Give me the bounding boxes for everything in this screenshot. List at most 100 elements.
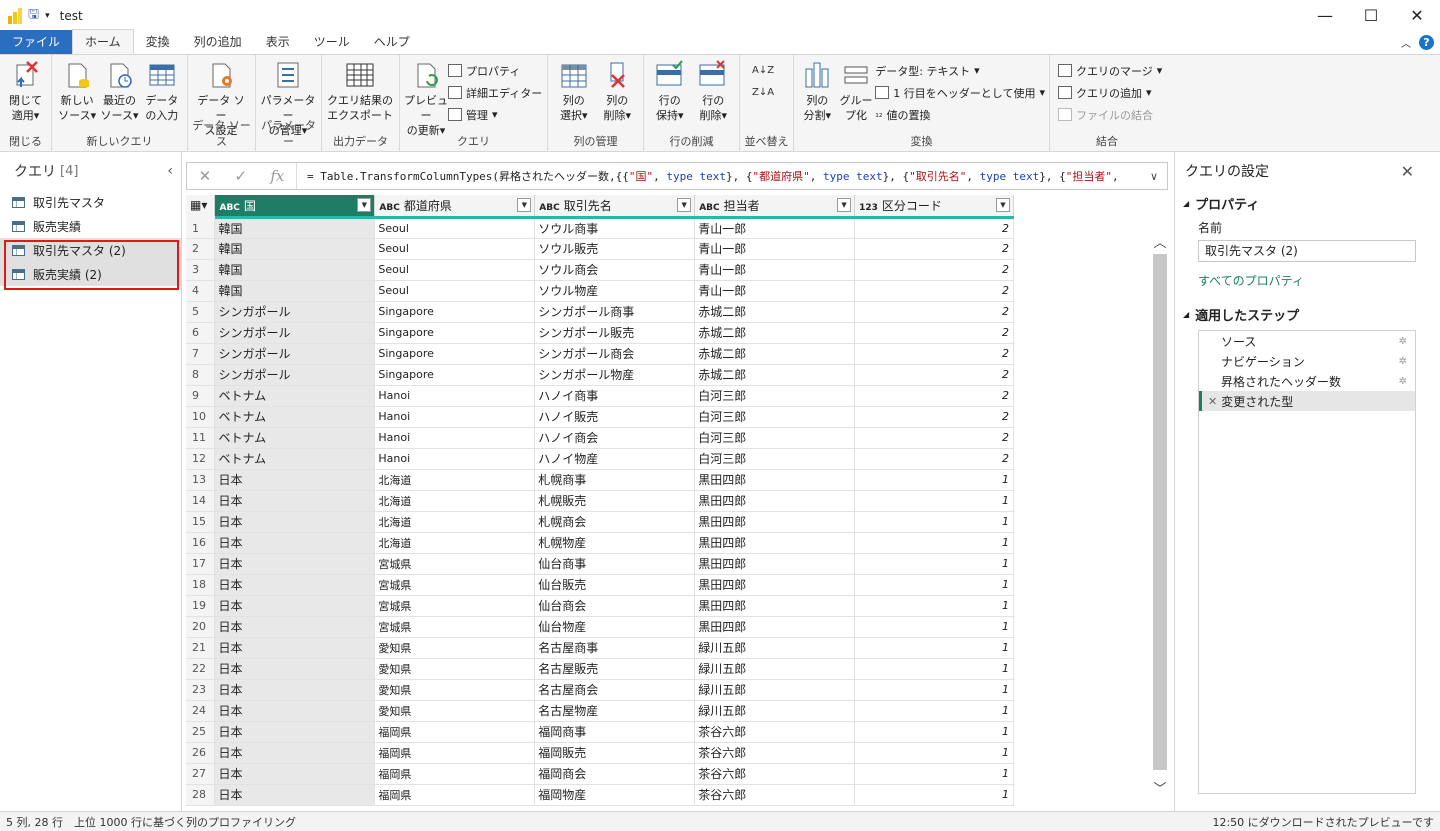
column-header[interactable]: ABC 担当者 ▼ [694, 195, 856, 219]
filter-dropdown-icon[interactable]: ▼ [517, 198, 532, 212]
close-settings-icon[interactable]: ✕ [1401, 162, 1414, 181]
table-cell[interactable]: 名古屋商事 [534, 637, 696, 659]
table-cell[interactable]: Seoul [374, 217, 536, 239]
collapse-ribbon-icon[interactable]: ︿ [1401, 35, 1411, 50]
column-header[interactable]: ABC 都道府県 ▼ [374, 195, 536, 219]
table-cell[interactable]: シンガポール [214, 343, 376, 365]
all-properties-link[interactable]: すべてのプロパティ [1175, 272, 1440, 289]
table-cell[interactable]: 日本 [214, 469, 376, 491]
table-cell[interactable]: ソウル物産 [534, 280, 696, 302]
table-cell[interactable]: 青山一郎 [694, 217, 856, 239]
combine-files-button[interactable]: ファイルの結合 [1058, 105, 1162, 124]
replace-values-button[interactable]: ₁₂ 値の置換 [875, 105, 1045, 124]
table-cell[interactable]: シンガポール商会 [534, 343, 696, 365]
table-cell[interactable]: 2 [854, 427, 1014, 449]
use-first-row-header-button[interactable]: 1 行目をヘッダーとして使用 ▾ [875, 83, 1045, 102]
table-cell[interactable]: 福岡県 [374, 721, 536, 743]
cancel-icon[interactable]: ✕ [199, 167, 212, 185]
vertical-scrollbar[interactable]: ︿ ﹀ [1153, 232, 1167, 802]
table-cell[interactable]: Hanoi [374, 406, 536, 428]
applied-steps-section[interactable]: ◢ 適用したステップ [1175, 305, 1440, 324]
properties-button[interactable]: プロパティ [448, 61, 542, 80]
table-cell[interactable]: 日本 [214, 616, 376, 638]
table-cell[interactable]: 黒田四郎 [694, 595, 856, 617]
query-item[interactable]: 販売実績 [0, 214, 181, 238]
table-cell[interactable]: 1 [854, 469, 1014, 491]
table-cell[interactable]: 2 [854, 343, 1014, 365]
table-cell[interactable]: 白河三郎 [694, 385, 856, 407]
help-icon[interactable]: ? [1419, 34, 1434, 50]
step-item[interactable]: ソース ✲ [1199, 331, 1415, 351]
table-cell[interactable]: 2 [854, 217, 1014, 239]
column-header[interactable]: 123 区分コード ▼ [854, 195, 1014, 219]
table-cell[interactable]: 宮城県 [374, 616, 536, 638]
table-cell[interactable]: ソウル商会 [534, 259, 696, 281]
tab-file[interactable]: ファイル [0, 30, 73, 54]
table-cell[interactable]: 福岡県 [374, 763, 536, 785]
table-cell[interactable]: 2 [854, 238, 1014, 260]
table-cell[interactable]: シンガポール [214, 301, 376, 323]
data-type-dropdown[interactable]: データ型: テキスト ▾ [875, 61, 1045, 80]
table-cell[interactable]: ハノイ販売 [534, 406, 696, 428]
table-cell[interactable]: 2 [854, 301, 1014, 323]
table-cell[interactable]: 白河三郎 [694, 427, 856, 449]
table-cell[interactable]: 白河三郎 [694, 448, 856, 470]
table-cell[interactable]: 名古屋販売 [534, 658, 696, 680]
table-cell[interactable]: 札幌商事 [534, 469, 696, 491]
table-cell[interactable]: 黒田四郎 [694, 574, 856, 596]
table-cell[interactable]: ソウル販売 [534, 238, 696, 260]
table-cell[interactable]: 福岡商事 [534, 721, 696, 743]
table-cell[interactable]: 仙台販売 [534, 574, 696, 596]
expand-formula-icon[interactable]: ∨ [1141, 170, 1167, 183]
tab-view[interactable]: 表示 [254, 30, 302, 54]
table-cell[interactable]: 1 [854, 679, 1014, 701]
table-cell[interactable]: 茶谷六郎 [694, 763, 856, 785]
sort-ascending-button[interactable]: A↓Z [752, 61, 774, 80]
scroll-down-icon[interactable]: ﹀ [1153, 778, 1167, 797]
table-cell[interactable]: 青山一郎 [694, 259, 856, 281]
table-cell[interactable]: 愛知県 [374, 700, 536, 722]
table-cell[interactable]: 黒田四郎 [694, 469, 856, 491]
filter-dropdown-icon[interactable]: ▼ [357, 198, 372, 212]
table-cell[interactable]: 赤城二郎 [694, 322, 856, 344]
maximize-button[interactable]: ☐ [1348, 0, 1394, 31]
table-cell[interactable]: 北海道 [374, 532, 536, 554]
table-cell[interactable]: Hanoi [374, 427, 536, 449]
table-cell[interactable]: Hanoi [374, 385, 536, 407]
table-cell[interactable]: Seoul [374, 238, 536, 260]
table-cell[interactable]: 茶谷六郎 [694, 784, 856, 806]
table-cell[interactable]: 緑川五郎 [694, 658, 856, 680]
table-cell[interactable]: 仙台商会 [534, 595, 696, 617]
sort-descending-button[interactable]: Z↓A [752, 83, 774, 102]
table-cell[interactable]: 札幌物産 [534, 532, 696, 554]
table-cell[interactable]: 1 [854, 742, 1014, 764]
table-cell[interactable]: 茶谷六郎 [694, 742, 856, 764]
table-cell[interactable]: 1 [854, 616, 1014, 638]
table-cell[interactable]: 1 [854, 511, 1014, 533]
tab-home[interactable]: ホーム [72, 29, 134, 54]
table-cell[interactable]: Seoul [374, 259, 536, 281]
formula-input[interactable]: = Table.TransformColumnTypes(昇格されたヘッダー数,… [297, 168, 1141, 184]
table-cell[interactable]: 日本 [214, 574, 376, 596]
table-cell[interactable]: 1 [854, 574, 1014, 596]
table-cell[interactable]: 宮城県 [374, 574, 536, 596]
table-cell[interactable]: 黒田四郎 [694, 616, 856, 638]
close-button[interactable]: ✕ [1394, 0, 1440, 31]
table-cell[interactable]: 1 [854, 721, 1014, 743]
table-cell[interactable]: 2 [854, 259, 1014, 281]
column-header[interactable]: ABC 国 ▼ [214, 195, 376, 219]
table-cell[interactable]: 宮城県 [374, 553, 536, 575]
query-name-input[interactable]: 取引先マスタ (2) [1198, 240, 1416, 262]
table-cell[interactable]: ソウル商事 [534, 217, 696, 239]
table-cell[interactable]: 赤城二郎 [694, 343, 856, 365]
table-cell[interactable]: 日本 [214, 553, 376, 575]
table-cell[interactable]: 日本 [214, 742, 376, 764]
table-cell[interactable]: 1 [854, 784, 1014, 806]
scrollbar-thumb[interactable] [1153, 254, 1167, 770]
table-cell[interactable]: 名古屋物産 [534, 700, 696, 722]
step-item[interactable]: ナビゲーション ✲ [1199, 351, 1415, 371]
table-cell[interactable]: 赤城二郎 [694, 301, 856, 323]
query-item[interactable]: 取引先マスタ [0, 190, 181, 214]
gear-icon[interactable]: ✲ [1399, 376, 1407, 387]
table-cell[interactable]: 1 [854, 658, 1014, 680]
